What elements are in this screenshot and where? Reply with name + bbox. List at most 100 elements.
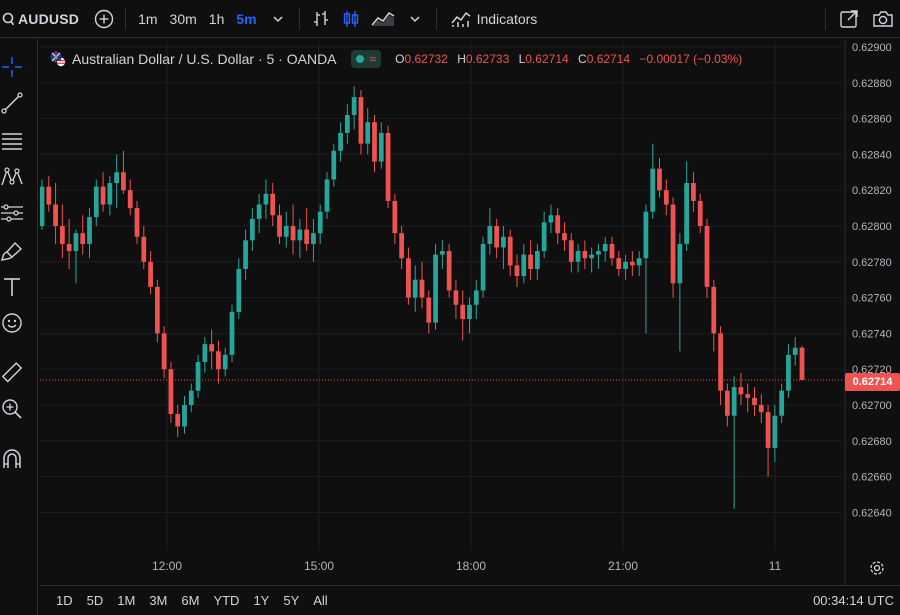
range-all[interactable]: All (306, 593, 334, 608)
search-icon (2, 12, 14, 25)
candle (792, 336, 798, 366)
bottom-toolbar: 1D 5D 1M 3M 6M YTD 1Y 5Y All 00:34:14 UT… (40, 585, 900, 615)
candle (243, 229, 248, 280)
fib-tool[interactable] (0, 127, 24, 155)
price-tick-label: 0.62660 (852, 472, 892, 484)
candlestick-chart[interactable]: 0.62900 0.62880 0.62860 0.62840 0.62820 0.628… (40, 40, 900, 585)
bars-icon (313, 10, 328, 26)
open-value: 0.62732 (404, 52, 448, 66)
range-1y[interactable]: 1Y (246, 593, 276, 608)
candle (107, 175, 113, 216)
candle (602, 236, 608, 262)
candle (582, 240, 588, 269)
candle (168, 362, 174, 423)
toolbar-divider (125, 7, 127, 30)
chevron-down-icon (273, 15, 283, 22)
candle (87, 208, 92, 259)
timeframe-dropdown[interactable] (263, 0, 293, 38)
time-tick-label: 15:00 (304, 559, 334, 573)
trend-line-tool[interactable] (0, 89, 24, 117)
area-chart-type-button[interactable] (366, 0, 400, 38)
chart-settings-button[interactable] (866, 557, 888, 579)
magnet-tool[interactable] (0, 445, 24, 473)
range-ytd[interactable]: YTD (206, 593, 246, 608)
candle (148, 251, 153, 295)
candle (399, 226, 405, 269)
candle (236, 258, 242, 320)
candle (589, 247, 595, 273)
candle (548, 204, 554, 234)
price-tick-label: 0.62860 (852, 114, 892, 126)
range-1d[interactable]: 1D (40, 593, 80, 608)
fullscreen-button[interactable] (832, 0, 866, 38)
candle (758, 394, 764, 423)
symbol-title[interactable]: Australian Dollar / U.S. Dollar · 5 · OA… (72, 51, 337, 67)
candle (365, 107, 371, 155)
candle (697, 193, 703, 234)
camera-icon (873, 10, 893, 27)
price-tick-label: 0.62740 (852, 328, 892, 340)
measure-tool[interactable] (0, 359, 24, 387)
candles-chart-type-button[interactable] (336, 0, 366, 38)
crosshair-tool[interactable] (0, 53, 24, 81)
chart-type-dropdown[interactable] (400, 0, 430, 38)
bar-chart-type-button[interactable] (306, 0, 336, 38)
text-tool[interactable] (0, 273, 24, 301)
candle (657, 157, 662, 198)
snapshot-button[interactable] (866, 0, 900, 38)
candle (426, 290, 432, 334)
brush-tool[interactable] (0, 237, 24, 265)
chevron-down-icon (410, 15, 420, 22)
zoom-tool[interactable] (0, 395, 24, 423)
timeframe-30m[interactable]: 30m (164, 0, 203, 38)
candle (202, 336, 208, 373)
candles-icon (343, 10, 358, 27)
candle (385, 125, 391, 209)
candle (127, 179, 133, 216)
candle (501, 226, 506, 269)
compare-symbol-button[interactable] (89, 0, 119, 38)
magnet-icon (3, 449, 21, 468)
timeframe-1m[interactable]: 1m (132, 0, 163, 38)
range-5d[interactable]: 5D (80, 593, 111, 608)
candle (304, 208, 310, 252)
range-3m[interactable]: 3M (142, 593, 174, 608)
timeframe-5m[interactable]: 5m (230, 0, 262, 38)
candle (195, 354, 201, 398)
candle (161, 326, 167, 379)
candle (324, 172, 330, 219)
icons-tool[interactable] (0, 309, 24, 337)
candle (290, 204, 296, 255)
market-status-badge[interactable]: ≈ (350, 50, 382, 68)
candle (114, 154, 120, 209)
candle (277, 204, 282, 244)
candle (283, 211, 289, 248)
range-1m[interactable]: 1M (110, 593, 142, 608)
candle (684, 161, 690, 252)
candle (154, 279, 160, 343)
pattern-tool[interactable] (0, 163, 24, 191)
close-label: C (578, 52, 587, 66)
candle (636, 251, 642, 277)
forecasting-tool[interactable] (0, 199, 24, 227)
candle (338, 122, 343, 162)
indicators-button[interactable]: Indicators (443, 0, 546, 38)
candle (392, 193, 398, 244)
range-6m[interactable]: 6M (174, 593, 206, 608)
candle (40, 179, 45, 230)
candle (772, 405, 778, 463)
range-5y[interactable]: 5Y (276, 593, 306, 608)
zoom-in-icon (2, 399, 22, 419)
ruler-icon (1, 362, 23, 383)
time-axis: 12:00 15:00 18:00 21:00 11 (152, 559, 782, 573)
candle (311, 218, 316, 262)
candle (270, 183, 276, 226)
timeframe-1h[interactable]: 1h (203, 0, 231, 38)
text-icon (4, 278, 20, 296)
symbol-search[interactable]: AUDUSD (0, 0, 89, 38)
indicators-icon (451, 11, 471, 27)
candle (378, 122, 384, 169)
chart-area[interactable]: 0.62900 0.62880 0.62860 0.62840 0.62820 0.628… (40, 40, 900, 585)
currency-flags-icon (50, 51, 66, 67)
utc-clock[interactable]: 00:34:14 UTC (813, 593, 900, 608)
